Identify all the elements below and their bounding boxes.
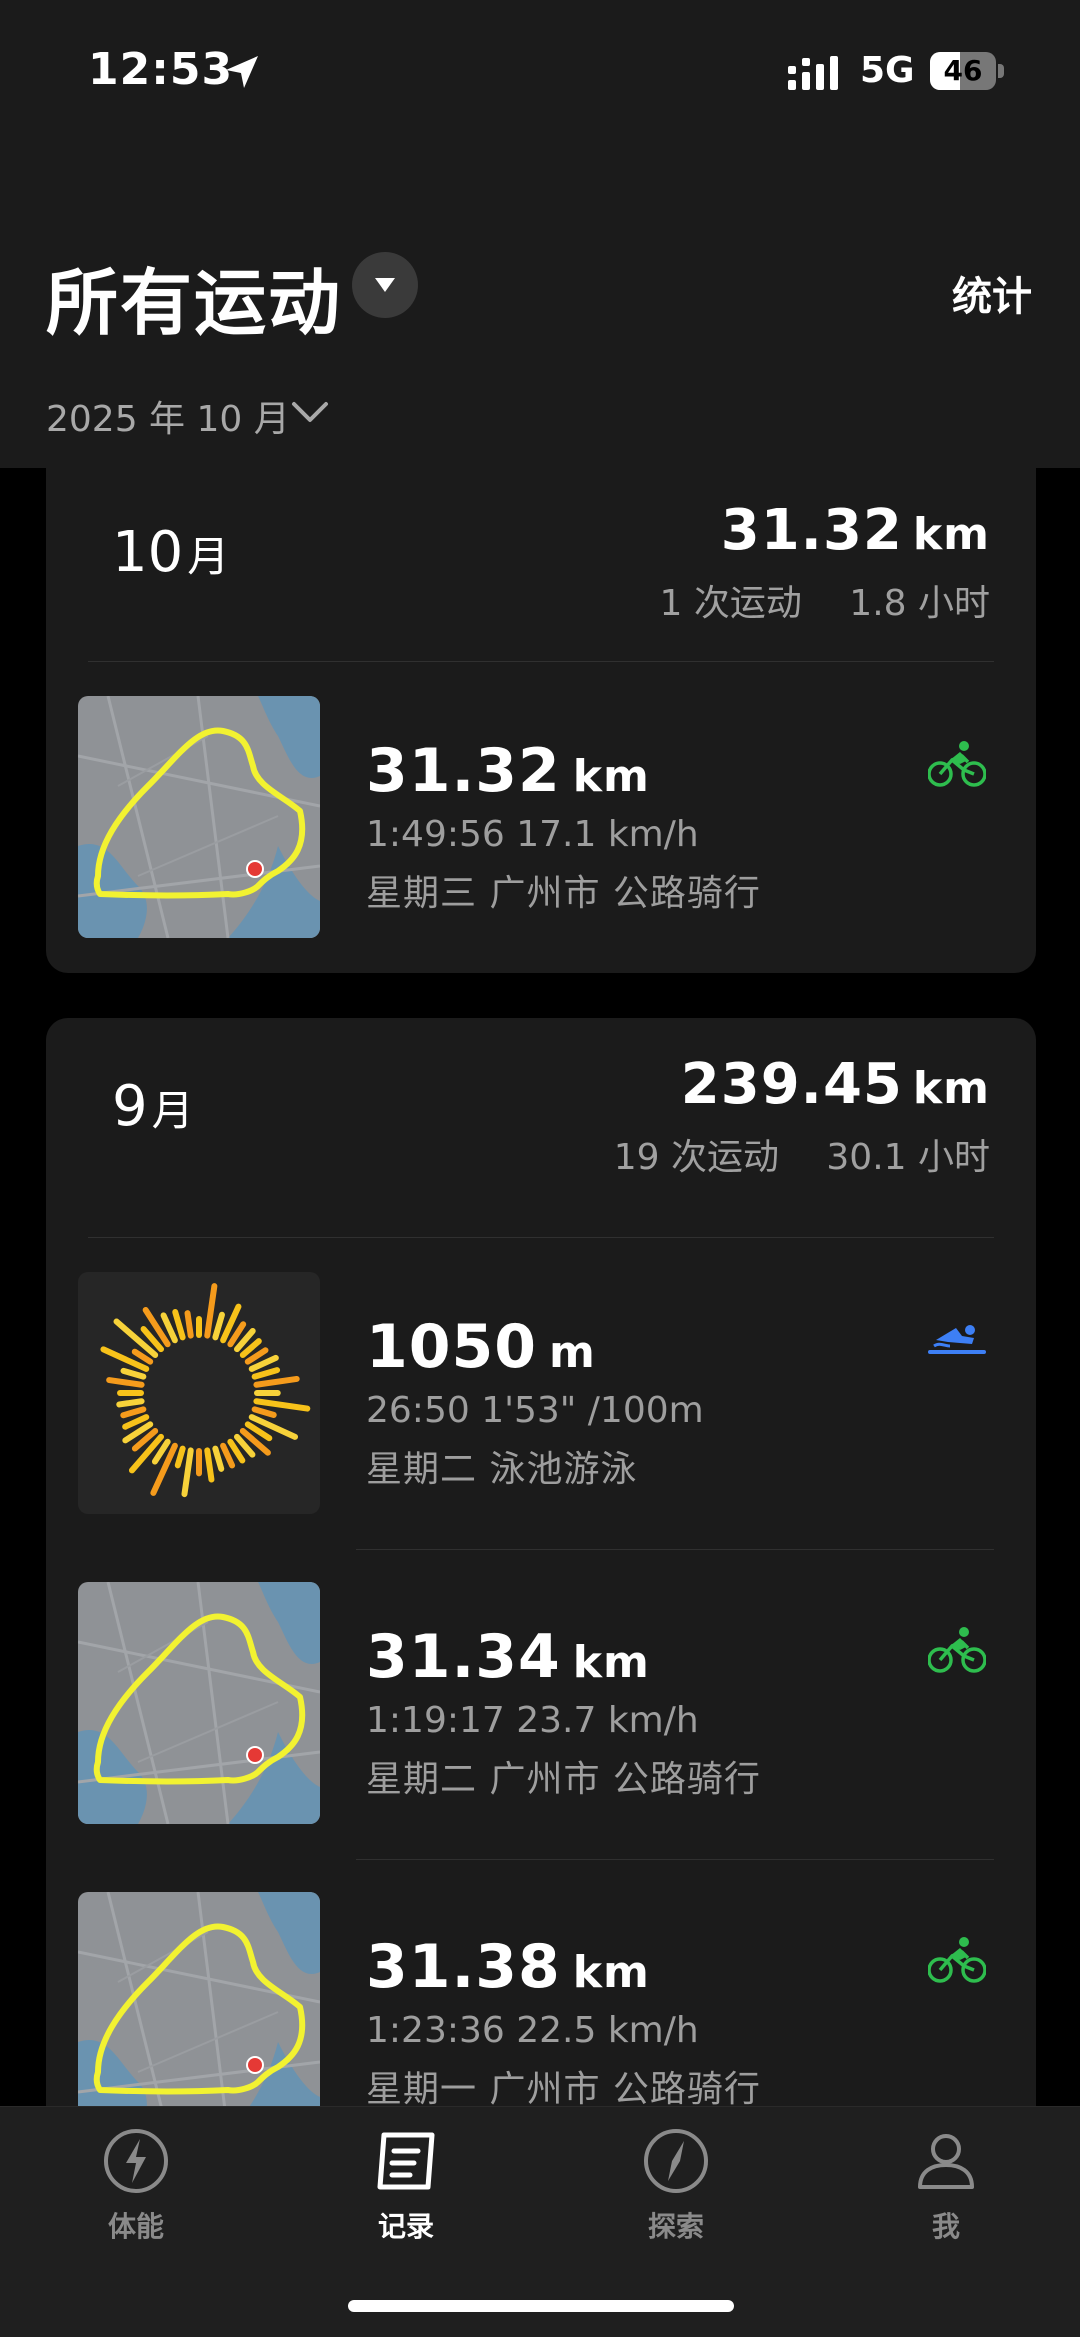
home-indicator (348, 2300, 734, 2312)
battery-level: 46 (943, 54, 983, 87)
swimming-icon (928, 1316, 986, 1364)
stats-button[interactable]: 统计 (952, 264, 1032, 322)
status-bar: 12:53 5G 46 (0, 0, 1080, 140)
header: 所有运动 统计 2025 年 10 月 (0, 140, 1080, 468)
battery-icon: 46 (930, 52, 1004, 90)
tab-fitness[interactable]: 体能 (56, 2125, 216, 2255)
status-time: 12:53 (88, 44, 234, 95)
person-icon (918, 2134, 974, 2189)
cellular-signal-icon (788, 56, 838, 90)
month-summary: 1 次运动 1.8 小时 (659, 583, 991, 624)
month-label: 9月 (112, 1074, 194, 1139)
month-distance: 239.45 km (680, 1052, 990, 1117)
tab-explore[interactable]: 探索 (596, 2125, 756, 2255)
cycling-icon (928, 1626, 986, 1674)
month-card-sep: 9月 239.45 km 19 次运动 30.1 小时 1050 m 26:50 1… (46, 1018, 1036, 2238)
activity-meta: 星期一 广州市 公路骑行 (366, 2069, 761, 2110)
activity-meta: 星期二 广州市 公路骑行 (366, 1759, 761, 1800)
tab-records[interactable]: 记录 (326, 2125, 486, 2255)
activity-meta: 星期二 泳池游泳 (366, 1449, 638, 1490)
activity-row[interactable]: 31.34 km 1:19:17 23.7 km/h 星期二 广州市 公路骑行 (46, 1582, 1036, 1882)
page-title: 所有运动 (46, 261, 343, 345)
month-distance: 31.32 km (720, 498, 990, 563)
network-label: 5G (860, 50, 915, 91)
swim-lap-chart-thumbnail (78, 1272, 320, 1514)
route-map-thumbnail (78, 1582, 320, 1824)
activity-stats: 1:19:17 23.7 km/h (366, 1700, 699, 1741)
activity-distance: 31.38 km (366, 1932, 650, 2002)
swim-lap-bar (116, 1398, 145, 1408)
month-card-oct: 10月 31.32 km 1 次运动 1.8 小时 31.32 km 1:49:56… (46, 468, 1036, 973)
location-arrow-icon (226, 56, 258, 88)
activity-meta: 星期三 广州市 公路骑行 (366, 873, 761, 914)
chevron-down-icon[interactable] (290, 396, 330, 426)
activity-distance: 31.32 km (366, 736, 650, 806)
compass-icon (644, 2129, 708, 2193)
month-summary: 19 次运动 30.1 小时 (613, 1137, 990, 1178)
month-label: 10月 (112, 520, 230, 585)
activity-stats: 1:23:36 22.5 km/h (366, 2010, 699, 2051)
activity-distance: 31.34 km (366, 1622, 650, 1692)
tab-label: 探索 (647, 2210, 704, 2243)
activity-distance: 1050 m (366, 1312, 596, 1382)
swim-lap-bar (204, 1447, 215, 1483)
tab-label: 体能 (107, 2210, 164, 2243)
record-icon (377, 2132, 435, 2190)
route-map-thumbnail (78, 696, 320, 938)
caret-down-icon (375, 278, 395, 292)
route-map-thumbnail (78, 1892, 320, 2134)
tab-label: 我 (931, 2210, 960, 2243)
lightning-icon (104, 2129, 168, 2193)
sport-filter-button[interactable] (352, 252, 418, 318)
swim-lap-bar (184, 1310, 194, 1339)
tab-label: 记录 (377, 2210, 434, 2243)
activity-row[interactable]: 1050 m 26:50 1'53" /100m 星期二 泳池游泳 (46, 1272, 1036, 1572)
activity-stats: 26:50 1'53" /100m (366, 1390, 704, 1431)
cycling-icon (928, 740, 986, 788)
cycling-icon (928, 1936, 986, 1984)
activity-row[interactable]: 31.32 km 1:49:56 17.1 km/h 星期三 广州市 公路骑行 (46, 696, 1036, 973)
date-filter[interactable]: 2025 年 10 月 (46, 390, 290, 442)
tab-me[interactable]: 我 (866, 2125, 1026, 2255)
activity-stats: 1:49:56 17.1 km/h (366, 814, 699, 855)
